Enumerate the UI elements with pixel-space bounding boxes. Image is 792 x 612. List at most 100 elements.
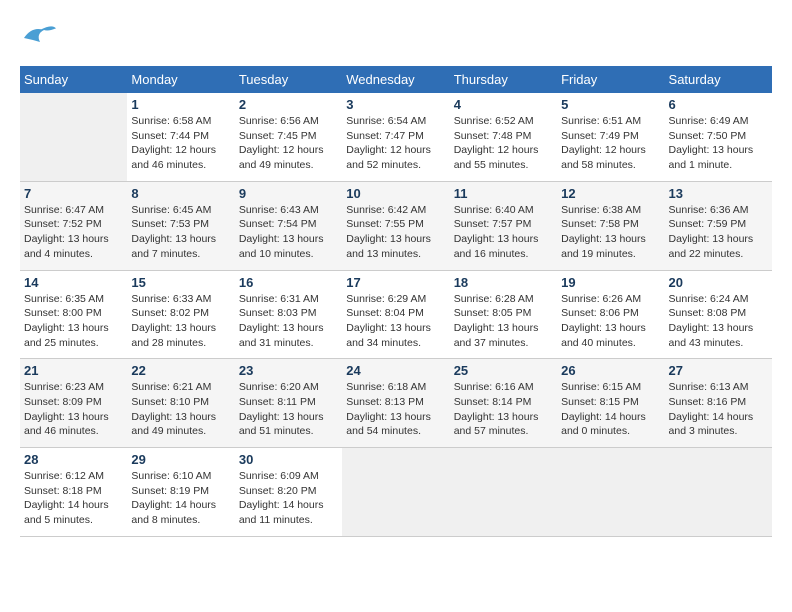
day-number: 9 (239, 186, 338, 201)
calendar-cell: 22 Sunrise: 6:21 AM Sunset: 8:10 PM Dayli… (127, 359, 234, 448)
day-number: 14 (24, 275, 123, 290)
calendar-cell: 20 Sunrise: 6:24 AM Sunset: 8:08 PM Dayli… (665, 270, 772, 359)
day-number: 1 (131, 97, 230, 112)
day-info: Sunrise: 6:33 AM Sunset: 8:02 PM Dayligh… (131, 292, 230, 351)
day-info: Sunrise: 6:47 AM Sunset: 7:52 PM Dayligh… (24, 203, 123, 262)
calendar-cell: 28Sunrise: 6:12 AM Sunset: 8:18 PM Dayli… (20, 448, 127, 537)
day-info: Sunrise: 6:29 AM Sunset: 8:04 PM Dayligh… (346, 292, 445, 351)
calendar-cell: 25 Sunrise: 6:16 AM Sunset: 8:14 PM Dayli… (450, 359, 557, 448)
day-info: Sunrise: 6:21 AM Sunset: 8:10 PM Dayligh… (131, 380, 230, 439)
day-number: 21 (24, 363, 123, 378)
week-row-2: 7Sunrise: 6:47 AM Sunset: 7:52 PM Daylig… (20, 181, 772, 270)
day-info: Sunrise: 6:38 AM Sunset: 7:58 PM Dayligh… (561, 203, 660, 262)
day-info: Sunrise: 6:20 AM Sunset: 8:11 PM Dayligh… (239, 380, 338, 439)
header-sunday: Sunday (20, 66, 127, 93)
day-number: 3 (346, 97, 445, 112)
calendar-cell: 19 Sunrise: 6:26 AM Sunset: 8:06 PM Dayli… (557, 270, 664, 359)
calendar-cell: 10 Sunrise: 6:42 AM Sunset: 7:55 PM Dayli… (342, 181, 449, 270)
day-info: Sunrise: 6:24 AM Sunset: 8:08 PM Dayligh… (669, 292, 768, 351)
calendar-cell: 14 Sunrise: 6:35 AM Sunset: 8:00 PM Dayli… (20, 270, 127, 359)
calendar-cell: 16 Sunrise: 6:31 AM Sunset: 8:03 PM Dayli… (235, 270, 342, 359)
day-number: 25 (454, 363, 553, 378)
header-thursday: Thursday (450, 66, 557, 93)
day-info: Sunrise: 6:16 AM Sunset: 8:14 PM Dayligh… (454, 380, 553, 439)
calendar-cell: 3 Sunrise: 6:54 AM Sunset: 7:47 PM Daylig… (342, 93, 449, 181)
day-number: 4 (454, 97, 553, 112)
header-monday: Monday (127, 66, 234, 93)
day-number: 11 (454, 186, 553, 201)
calendar-cell: 7Sunrise: 6:47 AM Sunset: 7:52 PM Daylig… (20, 181, 127, 270)
day-number: 17 (346, 275, 445, 290)
day-number: 20 (669, 275, 768, 290)
day-info: Sunrise: 6:15 AM Sunset: 8:15 PM Dayligh… (561, 380, 660, 439)
calendar-cell: 13 Sunrise: 6:36 AM Sunset: 7:59 PM Dayli… (665, 181, 772, 270)
day-number: 16 (239, 275, 338, 290)
day-number: 30 (239, 452, 338, 467)
day-info: Sunrise: 6:43 AM Sunset: 7:54 PM Dayligh… (239, 203, 338, 262)
calendar-cell: 26 Sunrise: 6:15 AM Sunset: 8:15 PM Dayli… (557, 359, 664, 448)
calendar-cell: 5 Sunrise: 6:51 AM Sunset: 7:49 PM Daylig… (557, 93, 664, 181)
page-header (20, 20, 772, 56)
day-number: 26 (561, 363, 660, 378)
calendar-cell (665, 448, 772, 537)
calendar-cell: 9 Sunrise: 6:43 AM Sunset: 7:54 PM Daylig… (235, 181, 342, 270)
day-number: 13 (669, 186, 768, 201)
day-number: 29 (131, 452, 230, 467)
day-info: Sunrise: 6:31 AM Sunset: 8:03 PM Dayligh… (239, 292, 338, 351)
day-info: Sunrise: 6:58 AM Sunset: 7:44 PM Dayligh… (131, 114, 230, 173)
day-info: Sunrise: 6:13 AM Sunset: 8:16 PM Dayligh… (669, 380, 768, 439)
logo-icon (20, 20, 60, 56)
header-tuesday: Tuesday (235, 66, 342, 93)
calendar-cell: 17 Sunrise: 6:29 AM Sunset: 8:04 PM Dayli… (342, 270, 449, 359)
week-row-5: 28Sunrise: 6:12 AM Sunset: 8:18 PM Dayli… (20, 448, 772, 537)
day-number: 10 (346, 186, 445, 201)
day-number: 8 (131, 186, 230, 201)
day-info: Sunrise: 6:23 AM Sunset: 8:09 PM Dayligh… (24, 380, 123, 439)
day-info: Sunrise: 6:35 AM Sunset: 8:00 PM Dayligh… (24, 292, 123, 351)
calendar-cell: 21 Sunrise: 6:23 AM Sunset: 8:09 PM Dayli… (20, 359, 127, 448)
calendar-cell: 29 Sunrise: 6:10 AM Sunset: 8:19 PM Dayli… (127, 448, 234, 537)
calendar-cell: 4 Sunrise: 6:52 AM Sunset: 7:48 PM Daylig… (450, 93, 557, 181)
day-number: 19 (561, 275, 660, 290)
calendar-cell: 18Sunrise: 6:28 AM Sunset: 8:05 PM Dayli… (450, 270, 557, 359)
day-info: Sunrise: 6:10 AM Sunset: 8:19 PM Dayligh… (131, 469, 230, 528)
day-info: Sunrise: 6:12 AM Sunset: 8:18 PM Dayligh… (24, 469, 123, 528)
day-info: Sunrise: 6:40 AM Sunset: 7:57 PM Dayligh… (454, 203, 553, 262)
day-number: 6 (669, 97, 768, 112)
calendar-cell: 23 Sunrise: 6:20 AM Sunset: 8:11 PM Dayli… (235, 359, 342, 448)
day-number: 22 (131, 363, 230, 378)
day-info: Sunrise: 6:26 AM Sunset: 8:06 PM Dayligh… (561, 292, 660, 351)
week-row-1: 1 Sunrise: 6:58 AM Sunset: 7:44 PM Daylig… (20, 93, 772, 181)
logo (20, 20, 64, 56)
day-info: Sunrise: 6:54 AM Sunset: 7:47 PM Dayligh… (346, 114, 445, 173)
day-number: 24 (346, 363, 445, 378)
calendar-cell: 8 Sunrise: 6:45 AM Sunset: 7:53 PM Daylig… (127, 181, 234, 270)
day-number: 2 (239, 97, 338, 112)
day-info: Sunrise: 6:52 AM Sunset: 7:48 PM Dayligh… (454, 114, 553, 173)
calendar-cell (557, 448, 664, 537)
calendar-cell: 2 Sunrise: 6:56 AM Sunset: 7:45 PM Daylig… (235, 93, 342, 181)
calendar-cell (342, 448, 449, 537)
calendar-cell: 15Sunrise: 6:33 AM Sunset: 8:02 PM Dayli… (127, 270, 234, 359)
day-info: Sunrise: 6:51 AM Sunset: 7:49 PM Dayligh… (561, 114, 660, 173)
calendar-cell: 27 Sunrise: 6:13 AM Sunset: 8:16 PM Dayli… (665, 359, 772, 448)
calendar-cell: 11 Sunrise: 6:40 AM Sunset: 7:57 PM Dayli… (450, 181, 557, 270)
day-info: Sunrise: 6:18 AM Sunset: 8:13 PM Dayligh… (346, 380, 445, 439)
day-info: Sunrise: 6:36 AM Sunset: 7:59 PM Dayligh… (669, 203, 768, 262)
calendar-cell: 12 Sunrise: 6:38 AM Sunset: 7:58 PM Dayli… (557, 181, 664, 270)
day-info: Sunrise: 6:45 AM Sunset: 7:53 PM Dayligh… (131, 203, 230, 262)
calendar-table: SundayMondayTuesdayWednesdayThursdayFrid… (20, 66, 772, 537)
day-number: 12 (561, 186, 660, 201)
day-number: 27 (669, 363, 768, 378)
day-number: 18 (454, 275, 553, 290)
day-number: 23 (239, 363, 338, 378)
day-info: Sunrise: 6:42 AM Sunset: 7:55 PM Dayligh… (346, 203, 445, 262)
calendar-cell (20, 93, 127, 181)
day-info: Sunrise: 6:09 AM Sunset: 8:20 PM Dayligh… (239, 469, 338, 528)
calendar-cell: 1 Sunrise: 6:58 AM Sunset: 7:44 PM Daylig… (127, 93, 234, 181)
calendar-header-row: SundayMondayTuesdayWednesdayThursdayFrid… (20, 66, 772, 93)
day-info: Sunrise: 6:56 AM Sunset: 7:45 PM Dayligh… (239, 114, 338, 173)
week-row-3: 14 Sunrise: 6:35 AM Sunset: 8:00 PM Dayli… (20, 270, 772, 359)
calendar-cell: 6Sunrise: 6:49 AM Sunset: 7:50 PM Daylig… (665, 93, 772, 181)
day-number: 5 (561, 97, 660, 112)
